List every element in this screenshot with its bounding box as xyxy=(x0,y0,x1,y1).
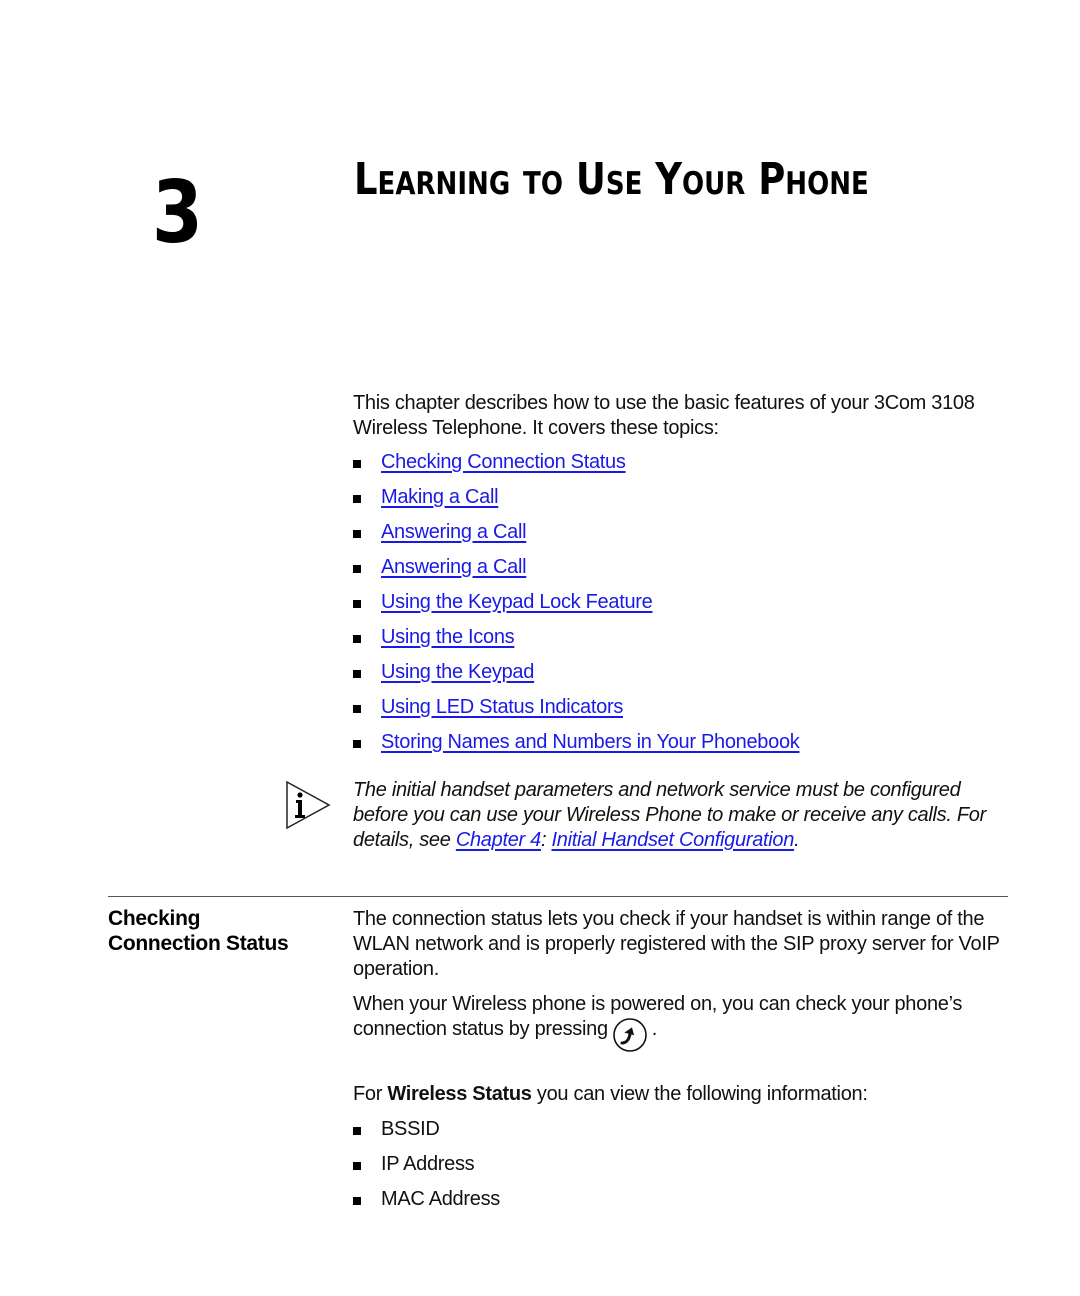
bullet-icon xyxy=(353,1197,361,1205)
topic-item: Answering a Call xyxy=(353,555,1013,590)
status-key-icon xyxy=(612,1018,647,1052)
topic-link-phonebook[interactable]: Storing Names and Numbers in Your Phoneb… xyxy=(381,731,800,753)
bullet-icon xyxy=(353,1162,361,1170)
info-item-label: MAC Address xyxy=(381,1188,500,1210)
wireless-prefix: For xyxy=(353,1083,388,1105)
info-item-label: BSSID xyxy=(381,1118,440,1140)
bullet-icon xyxy=(353,635,361,643)
note-separator: : xyxy=(540,829,552,851)
bullet-icon xyxy=(353,530,361,538)
bullet-icon xyxy=(353,600,361,608)
section-heading-line2: Connection Status xyxy=(108,932,289,955)
bullet-icon xyxy=(353,565,361,573)
connection-status-paragraph: The connection status lets you check if … xyxy=(353,908,1000,980)
topic-link-led-status[interactable]: Using LED Status Indicators xyxy=(381,696,623,718)
note-period: . xyxy=(794,829,800,851)
wireless-status-paragraph: For Wireless Status you can view the fol… xyxy=(353,1082,1013,1107)
topic-item: Using the Icons xyxy=(353,625,1013,660)
press-key-text: When your Wireless phone is powered on, … xyxy=(353,993,963,1040)
topic-link-keypad[interactable]: Using the Keypad xyxy=(381,661,534,683)
note-text: The initial handset parameters and netwo… xyxy=(353,778,1018,853)
topic-link-icons[interactable]: Using the Icons xyxy=(381,626,515,648)
bullet-icon xyxy=(353,495,361,503)
topic-item: Storing Names and Numbers in Your Phoneb… xyxy=(353,730,1013,765)
topics-list: Checking Connection Status Making a Call… xyxy=(353,450,1013,765)
bullet-icon xyxy=(353,740,361,748)
initial-handset-configuration-link[interactable]: Initial Handset Configuration xyxy=(552,829,795,851)
section-heading-line1: Checking xyxy=(108,907,201,930)
wireless-info-list: BSSID IP Address MAC Address xyxy=(353,1117,1013,1222)
topic-item: Answering a Call xyxy=(353,520,1013,555)
bullet-icon xyxy=(353,670,361,678)
topic-item: Using the Keypad xyxy=(353,660,1013,695)
info-item-label: IP Address xyxy=(381,1153,475,1175)
topic-item: Using LED Status Indicators xyxy=(353,695,1013,730)
section-divider xyxy=(108,896,1008,897)
topic-link-keypad-lock[interactable]: Using the Keypad Lock Feature xyxy=(381,591,653,613)
bullet-icon xyxy=(353,705,361,713)
chapter-4-link[interactable]: Chapter 4 xyxy=(456,829,541,851)
topic-item: Using the Keypad Lock Feature xyxy=(353,590,1013,625)
topic-item: Making a Call xyxy=(353,485,1013,520)
info-item-bssid: BSSID xyxy=(353,1117,1013,1152)
topic-link-answering-a-call[interactable]: Answering a Call xyxy=(381,521,527,543)
press-key-period: . xyxy=(651,1018,658,1040)
info-item-ip-address: IP Address xyxy=(353,1152,1013,1187)
chapter-number: 3 xyxy=(152,163,203,263)
topic-item: Checking Connection Status xyxy=(353,450,1013,485)
wireless-suffix: you can view the following information: xyxy=(531,1083,868,1105)
topic-link-checking-connection-status[interactable]: Checking Connection Status xyxy=(381,451,626,473)
intro-paragraph: This chapter describes how to use the ba… xyxy=(353,392,975,439)
info-item-mac-address: MAC Address xyxy=(353,1187,1013,1222)
topic-link-answering-a-call-2[interactable]: Answering a Call xyxy=(381,556,527,578)
chapter-title: Learning to Use Your Phone xyxy=(354,154,869,205)
bullet-icon xyxy=(353,1127,361,1135)
info-note-icon xyxy=(286,780,331,830)
bullet-icon xyxy=(353,460,361,468)
section-heading: Checking Connection Status xyxy=(108,906,289,956)
topic-link-making-a-call[interactable]: Making a Call xyxy=(381,486,499,508)
wireless-status-term: Wireless Status xyxy=(387,1083,532,1105)
press-key-paragraph: When your Wireless phone is powered on, … xyxy=(353,992,1013,1053)
